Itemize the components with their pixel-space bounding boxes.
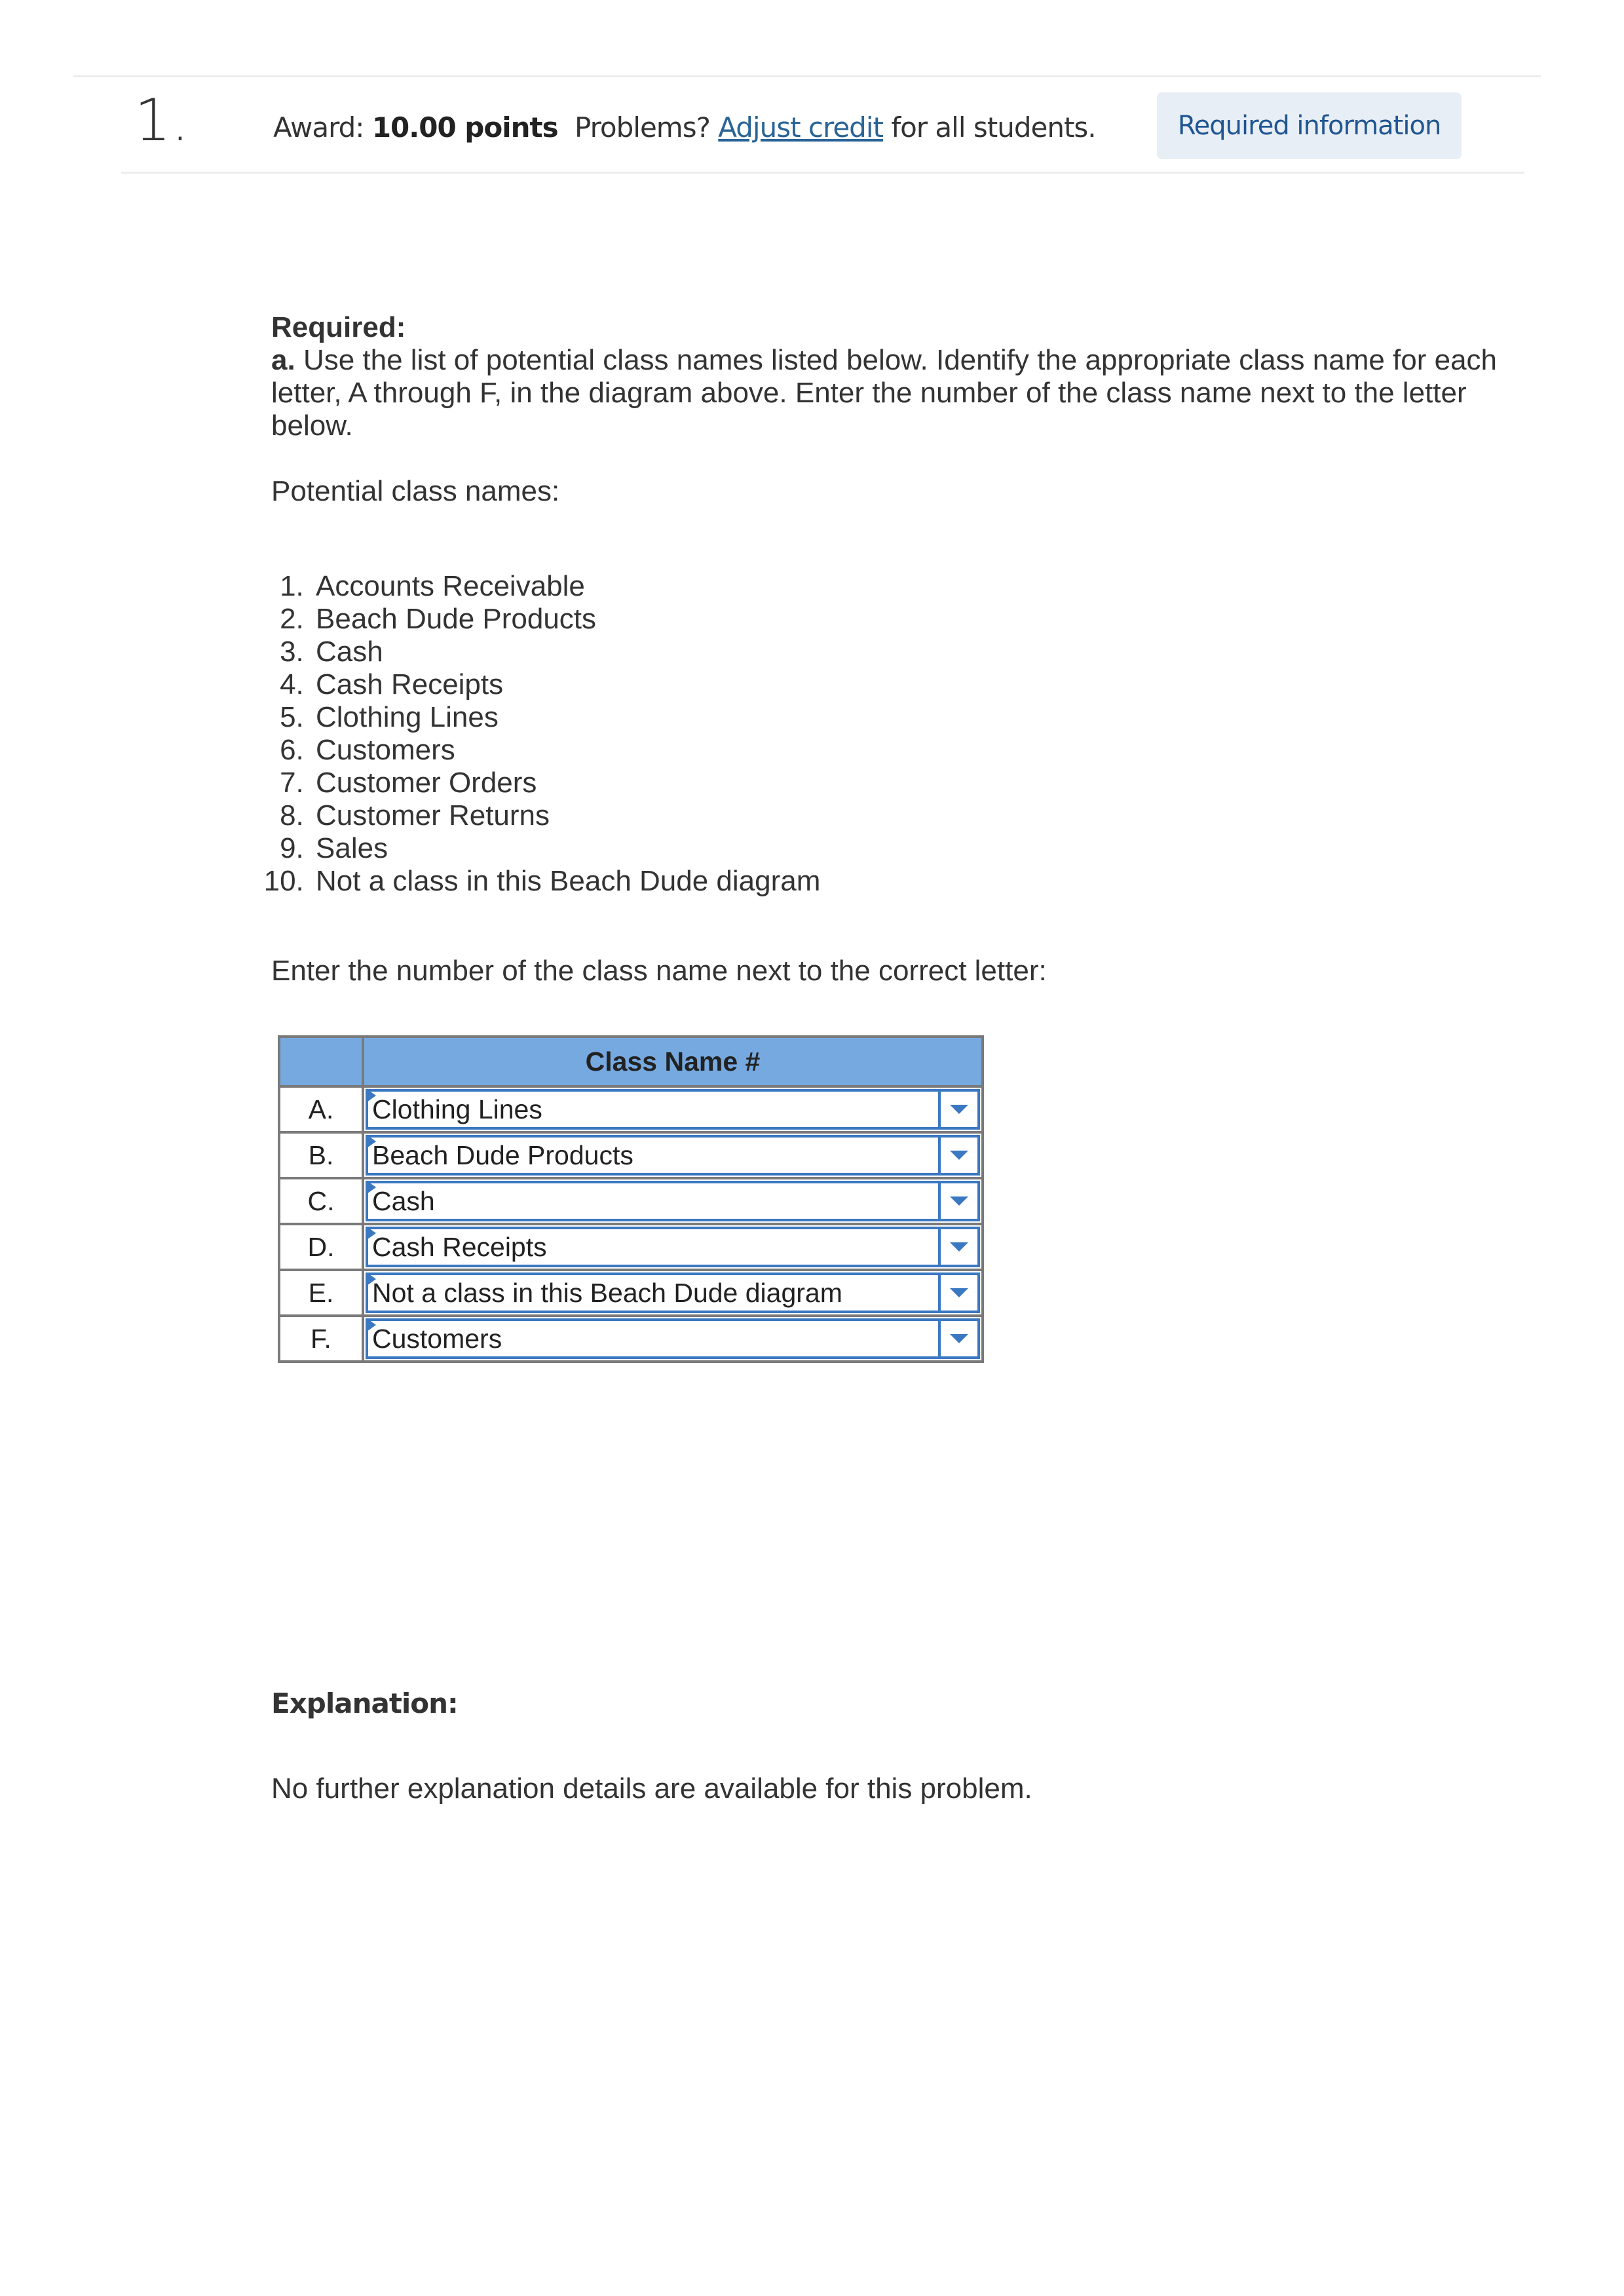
class-dropdown[interactable]: Cash Receipts <box>366 1227 980 1267</box>
answer-table: Class Name # A. Clothing Lines B. Beach … <box>278 1035 984 1363</box>
list-item: Customer Orders <box>312 767 820 799</box>
list-item: Customers <box>312 734 820 767</box>
adjust-credit-link[interactable]: Adjust credit <box>718 111 884 144</box>
dropdown-toggle[interactable] <box>938 1138 977 1173</box>
header-divider <box>121 172 1524 174</box>
answer-marker-icon <box>367 1135 376 1148</box>
list-item: Accounts Receivable <box>312 570 820 603</box>
question-content: Required: a. Use the list of potential c… <box>271 311 1509 987</box>
table-row: E. Not a class in this Beach Dude diagra… <box>278 1269 984 1317</box>
list-item: Clothing Lines <box>312 701 820 734</box>
dropdown-toggle[interactable] <box>938 1229 977 1265</box>
dropdown-toggle[interactable] <box>938 1183 977 1219</box>
dropdown-value: Clothing Lines <box>372 1094 542 1124</box>
answer-marker-icon <box>367 1272 376 1286</box>
award-value: 10.00 points <box>371 111 559 144</box>
explanation-text: No further explanation details are avail… <box>271 1772 1032 1805</box>
row-letter: A. <box>278 1085 364 1134</box>
list-item: Customer Returns <box>312 799 820 832</box>
required-title: Required: <box>271 311 406 343</box>
dropdown-value: Not a class in this Beach Dude diagram <box>372 1277 842 1308</box>
dropdown-toggle[interactable] <box>938 1275 977 1311</box>
enter-prompt: Enter the number of the class name next … <box>271 955 1047 987</box>
problems-suffix: for all students. <box>891 111 1096 144</box>
dropdown-value: Beach Dude Products <box>372 1139 633 1170</box>
list-item: Cash <box>312 636 820 668</box>
instruction-text: Use the list of potential class names li… <box>271 344 1498 442</box>
row-letter: F. <box>278 1314 364 1363</box>
class-dropdown[interactable]: Customers <box>366 1318 980 1359</box>
table-row: C. Cash <box>278 1177 984 1225</box>
class-name-list: Accounts Receivable Beach Dude Products … <box>271 570 820 898</box>
part-label: a. <box>271 344 295 376</box>
row-letter: C. <box>278 1177 364 1225</box>
dropdown-value: Cash <box>372 1185 435 1216</box>
row-letter: B. <box>278 1131 364 1179</box>
chevron-down-icon <box>950 1334 968 1343</box>
table-header-row: Class Name # <box>278 1035 984 1088</box>
award-label: Award: <box>273 111 364 144</box>
dropdown-value: Cash Receipts <box>372 1231 547 1262</box>
table-row: A. Clothing Lines <box>278 1085 984 1134</box>
required-information-button[interactable]: Required information <box>1157 92 1462 159</box>
answer-marker-icon <box>367 1318 376 1331</box>
class-dropdown[interactable]: Not a class in this Beach Dude diagram <box>366 1272 980 1313</box>
table-row: B. Beach Dude Products <box>278 1131 984 1179</box>
table-row: F. Customers <box>278 1314 984 1363</box>
problems-info: Problems? Adjust credit for all students… <box>575 111 1097 144</box>
chevron-down-icon <box>950 1151 968 1160</box>
list-item: Sales <box>312 832 820 865</box>
chevron-down-icon <box>950 1242 968 1252</box>
explanation-title: Explanation: <box>271 1687 459 1719</box>
header-class-name: Class Name # <box>362 1035 984 1088</box>
top-divider <box>73 75 1541 77</box>
question-number: 1. <box>134 86 189 154</box>
instruction: a. Use the list of potential class names… <box>271 344 1509 442</box>
row-letter: D. <box>278 1223 364 1271</box>
list-item: Cash Receipts <box>312 668 820 701</box>
class-dropdown[interactable]: Beach Dude Products <box>366 1135 980 1176</box>
answer-marker-icon <box>367 1089 376 1102</box>
class-dropdown[interactable]: Clothing Lines <box>366 1089 980 1130</box>
list-item: Beach Dude Products <box>312 603 820 636</box>
problems-prefix: Problems? <box>575 111 711 144</box>
answer-marker-icon <box>367 1227 376 1240</box>
table-row: D. Cash Receipts <box>278 1223 984 1271</box>
chevron-down-icon <box>950 1288 968 1297</box>
dropdown-toggle[interactable] <box>938 1321 977 1356</box>
dropdown-value: Customers <box>372 1323 502 1354</box>
potential-label: Potential class names: <box>271 475 560 507</box>
list-item: Not a class in this Beach Dude diagram <box>312 865 820 898</box>
row-letter: E. <box>278 1269 364 1317</box>
class-dropdown[interactable]: Cash <box>366 1181 980 1221</box>
dropdown-toggle[interactable] <box>938 1092 977 1127</box>
award-info: Award: 10.00 points <box>273 111 559 144</box>
chevron-down-icon <box>950 1105 968 1114</box>
answer-marker-icon <box>367 1181 376 1194</box>
header-blank <box>278 1035 364 1088</box>
chevron-down-icon <box>950 1196 968 1206</box>
